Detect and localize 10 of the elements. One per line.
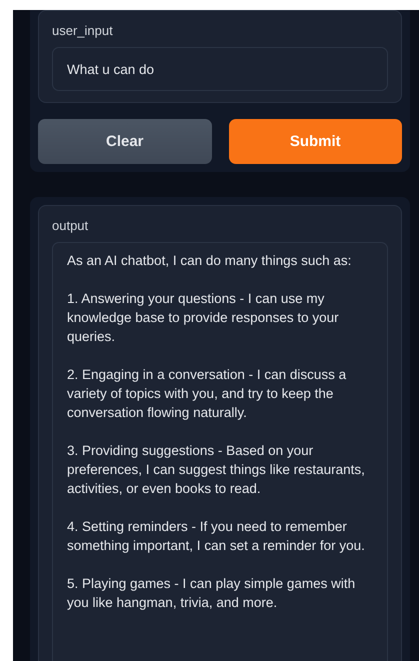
- output-paragraph: 3. Providing suggestions - Based on your preferences, I can suggest things like restaurants, activities, or even books to read.: [67, 442, 366, 498]
- field-label: user_input: [52, 23, 114, 38]
- clear-button[interactable]: Clear: [38, 119, 212, 164]
- input-field[interactable]: What u can do: [52, 47, 388, 91]
- output-paragraph: 1. Answering your questions - I can use my knowledge base to provide responses to your queries.: [67, 290, 340, 346]
- output-paragraph: 4. Setting reminders - If you need to remember something important, I can set a reminder for you.: [67, 518, 366, 555]
- output-paragraph: As an AI chatbot, I can do many things such as:: [67, 252, 352, 270]
- output-paragraph: 2. Engaging in a conversation - I can discuss a variety of topics with you, and try to keep the conversation flowing naturally.: [67, 366, 348, 422]
- field-label: output: [52, 218, 90, 233]
- output-paragraph: 5. Playing games - I can play simple games with you like hangman, trivia, and more.: [67, 575, 356, 612]
